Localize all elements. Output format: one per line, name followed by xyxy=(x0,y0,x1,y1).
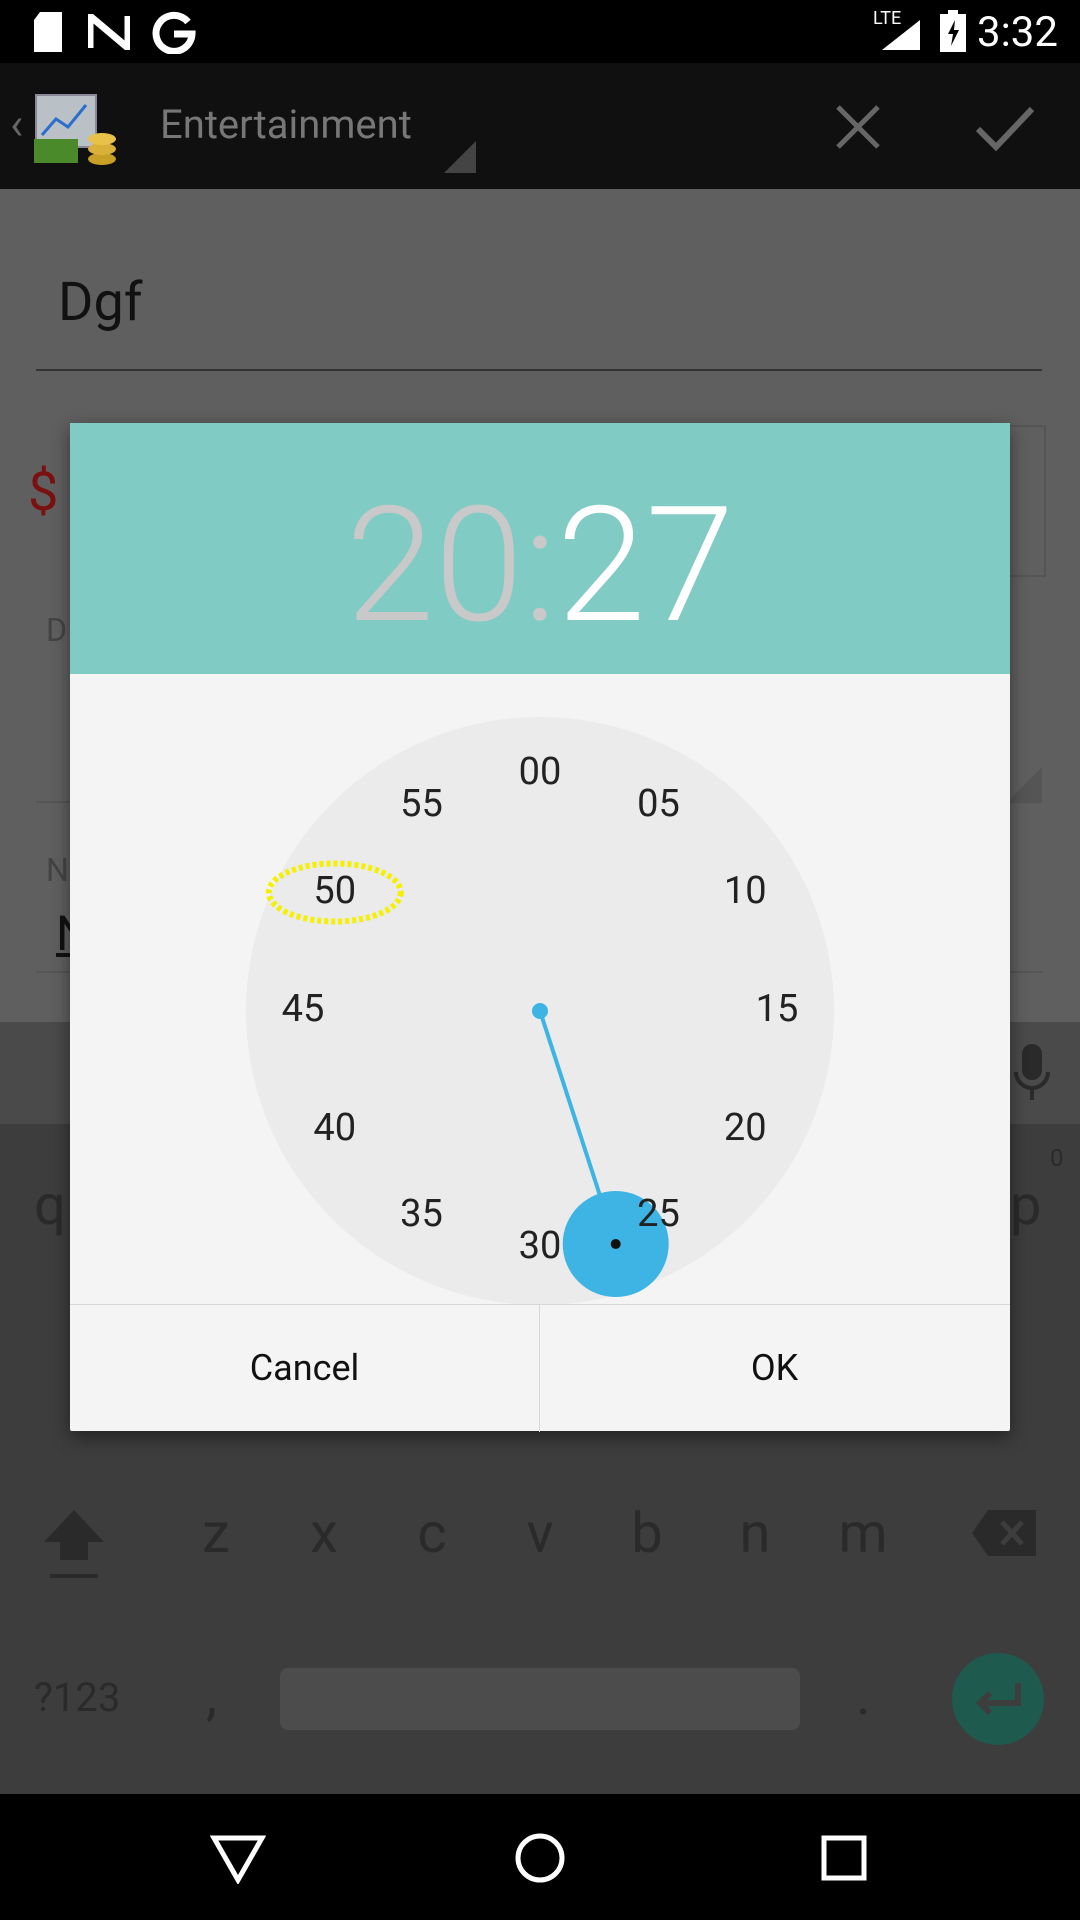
period-key[interactable]: . xyxy=(856,1662,871,1728)
clock-center-dot xyxy=(532,1003,548,1019)
date-label: D xyxy=(46,611,67,649)
close-icon[interactable] xyxy=(834,103,882,151)
date-spinner-arrow-icon xyxy=(1006,767,1042,803)
space-bar[interactable] xyxy=(280,1668,800,1730)
key-m[interactable]: m xyxy=(823,1500,903,1566)
key-z[interactable]: z xyxy=(176,1500,256,1566)
key-c[interactable]: c xyxy=(392,1500,472,1566)
ok-button[interactable]: OK xyxy=(540,1305,1009,1432)
key-p[interactable]: p xyxy=(1010,1172,1041,1238)
clock-time: 3:32 xyxy=(977,8,1058,57)
key-p-hint: 0 xyxy=(1050,1144,1064,1172)
navigation-bar xyxy=(0,1794,1080,1920)
key-x[interactable]: x xyxy=(284,1500,364,1566)
notification-n-icon xyxy=(88,14,130,50)
clock-number-05[interactable]: 05 xyxy=(619,782,699,826)
clock-number-10[interactable]: 10 xyxy=(705,869,785,913)
action-bar: ‹ Entertainment xyxy=(0,63,1080,189)
signal-icon xyxy=(882,20,920,50)
clock-number-25[interactable]: 25 xyxy=(619,1192,699,1236)
symbols-key[interactable]: ?123 xyxy=(34,1674,120,1721)
clock-number-50[interactable]: 50 xyxy=(295,869,375,913)
note-label: N xyxy=(46,851,69,889)
time-display: 20:27 xyxy=(70,473,1010,660)
amount-field-edge xyxy=(1010,425,1046,577)
google-g-icon xyxy=(152,11,196,54)
spinner-arrow-icon xyxy=(444,141,476,173)
key-n[interactable]: n xyxy=(715,1500,795,1566)
home-icon[interactable] xyxy=(514,1832,566,1884)
minute-clock-face[interactable]: 00 05 10 15 20 25 30 35 40 45 50 55 xyxy=(246,717,834,1305)
back-chevron-icon[interactable]: ‹ xyxy=(10,98,23,150)
dialog-button-bar: Cancel OK xyxy=(70,1304,1010,1432)
name-field-value[interactable]: Dgf xyxy=(58,271,143,334)
microphone-icon[interactable] xyxy=(1012,1044,1052,1104)
check-icon[interactable] xyxy=(974,103,1036,151)
key-b[interactable]: b xyxy=(607,1500,687,1566)
cancel-button[interactable]: Cancel xyxy=(70,1305,539,1432)
selector-center-dot xyxy=(610,1239,621,1250)
clock-number-35[interactable]: 35 xyxy=(382,1192,462,1236)
time-separator: : xyxy=(523,473,557,660)
shift-icon[interactable] xyxy=(42,1506,106,1582)
clock-number-30[interactable]: 30 xyxy=(500,1224,580,1268)
backspace-icon[interactable] xyxy=(972,1510,1036,1556)
comma-key[interactable]: , xyxy=(206,1662,217,1728)
enter-arrow-icon xyxy=(975,1683,1021,1716)
minutes-display[interactable]: 27 xyxy=(557,473,735,660)
hours-display[interactable]: 20 xyxy=(346,473,524,660)
clock-number-15[interactable]: 15 xyxy=(737,987,817,1031)
enter-key[interactable] xyxy=(952,1653,1044,1745)
clock-number-45[interactable]: 45 xyxy=(263,987,343,1031)
clock-number-55[interactable]: 55 xyxy=(382,782,462,826)
back-icon[interactable] xyxy=(210,1834,266,1884)
currency-symbol: $ xyxy=(28,461,59,524)
time-picker-header: 20:27 xyxy=(70,423,1010,674)
clock-number-20[interactable]: 20 xyxy=(705,1106,785,1150)
status-bar: LTE 3:32 xyxy=(0,0,1080,63)
sd-card-icon xyxy=(34,12,62,52)
battery-charging-icon xyxy=(940,10,966,52)
name-field-underline xyxy=(36,369,1042,371)
clock-number-40[interactable]: 40 xyxy=(295,1106,375,1150)
key-q[interactable]: q xyxy=(34,1172,66,1238)
app-logo-icon xyxy=(34,94,116,165)
category-spinner[interactable]: Entertainment xyxy=(160,101,412,148)
key-v[interactable]: v xyxy=(500,1500,580,1566)
time-picker-dialog: 20:27 00 05 10 15 20 25 30 35 40 45 50 55 Cancel OK xyxy=(70,423,1010,1432)
clock-number-00[interactable]: 00 xyxy=(500,750,580,794)
recents-icon[interactable] xyxy=(820,1834,868,1882)
